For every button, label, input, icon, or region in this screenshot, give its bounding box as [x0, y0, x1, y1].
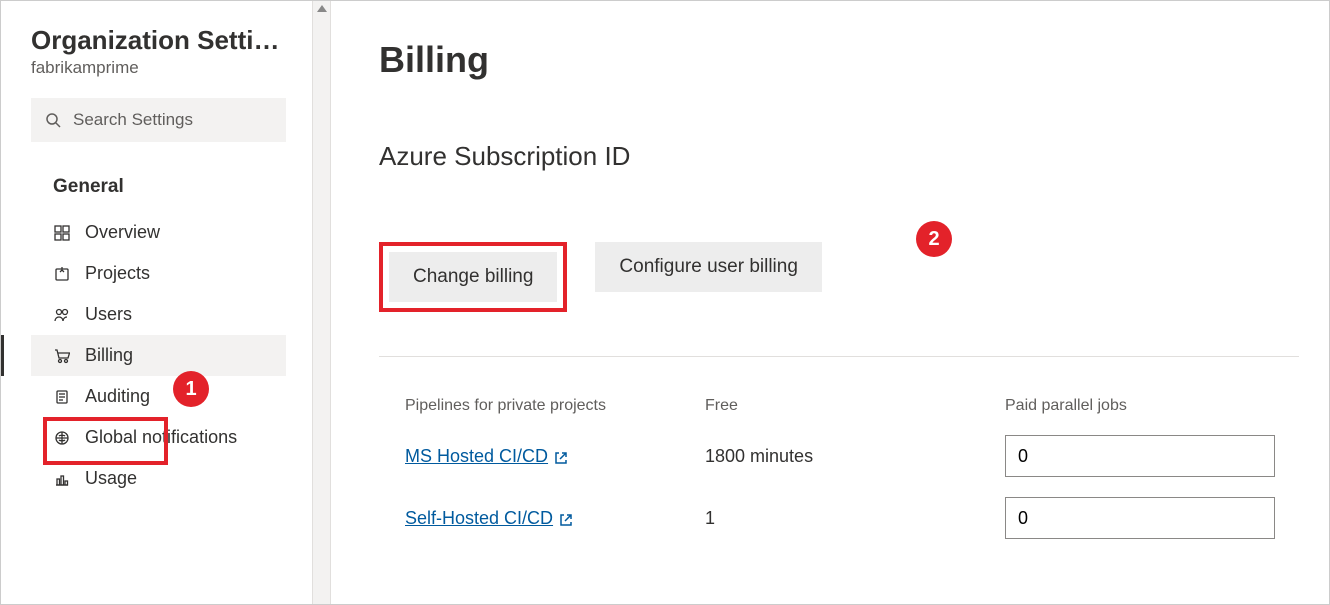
configure-user-billing-button[interactable]: Configure user billing	[595, 242, 822, 292]
usage-icon	[53, 470, 71, 488]
sidebar-item-label: Global notifications	[85, 427, 237, 448]
sidebar-item-global-notifications[interactable]: Global notifications	[31, 417, 286, 458]
scroll-up-icon	[317, 5, 327, 12]
self-hosted-cicd-link[interactable]: Self-Hosted CI/CD	[405, 508, 573, 529]
billing-icon	[53, 347, 71, 365]
pipeline-name: Self-Hosted CI/CD	[405, 508, 553, 529]
table-row: MS Hosted CI/CD 1800 minutes	[379, 425, 1299, 487]
search-icon	[45, 111, 61, 129]
external-link-icon	[559, 511, 573, 525]
col-header-paid: Paid parallel jobs	[1005, 397, 1299, 415]
sidebar-item-label: Projects	[85, 263, 150, 284]
sidebar-item-projects[interactable]: Projects	[31, 253, 286, 294]
users-icon	[53, 306, 71, 324]
sidebar: Organization Settin… fabrikamprime Gener…	[1, 1, 331, 604]
org-name: fabrikamprime	[31, 58, 286, 78]
projects-icon	[53, 265, 71, 283]
pipelines-table: Pipelines for private projects Free Paid…	[379, 387, 1299, 549]
notifications-icon	[53, 429, 71, 447]
sidebar-item-overview[interactable]: Overview	[31, 212, 286, 253]
pipeline-name: MS Hosted CI/CD	[405, 446, 548, 467]
paid-jobs-input-ms-hosted[interactable]	[1005, 435, 1275, 477]
nav-list: Overview Projects Users	[31, 212, 286, 499]
paid-jobs-input-self-hosted[interactable]	[1005, 497, 1275, 539]
table-row: Self-Hosted CI/CD 1	[379, 487, 1299, 549]
section-general-header: General	[53, 176, 286, 198]
org-settings-title: Organization Settin…	[31, 25, 286, 56]
sidebar-item-usage[interactable]: Usage	[31, 458, 286, 499]
sidebar-item-label: Usage	[85, 468, 137, 489]
change-billing-button[interactable]: Change billing	[389, 252, 557, 302]
section-divider	[379, 356, 1299, 357]
col-header-free: Free	[705, 397, 1005, 415]
auditing-icon	[53, 388, 71, 406]
sidebar-item-users[interactable]: Users	[31, 294, 286, 335]
ms-hosted-cicd-link[interactable]: MS Hosted CI/CD	[405, 446, 568, 467]
sidebar-item-label: Overview	[85, 222, 160, 243]
col-header-pipelines: Pipelines for private projects	[405, 397, 705, 415]
sidebar-item-label: Users	[85, 304, 132, 325]
free-value: 1	[705, 508, 1005, 529]
sidebar-item-billing[interactable]: Billing	[31, 335, 286, 376]
main-content: Billing Azure Subscription ID Change bil…	[331, 1, 1329, 604]
subscription-heading: Azure Subscription ID	[379, 141, 1299, 172]
search-settings-input[interactable]	[73, 110, 294, 130]
sidebar-item-label: Auditing	[85, 386, 150, 407]
overview-icon	[53, 224, 71, 242]
search-settings-box[interactable]	[31, 98, 286, 142]
sidebar-item-auditing[interactable]: Auditing	[31, 376, 286, 417]
billing-button-row: Change billing Configure user billing	[379, 242, 1299, 312]
table-header-row: Pipelines for private projects Free Paid…	[379, 387, 1299, 425]
free-value: 1800 minutes	[705, 446, 1005, 467]
page-title: Billing	[379, 39, 1299, 81]
external-link-icon	[554, 449, 568, 463]
annotation-box-change-billing: Change billing	[379, 242, 567, 312]
sidebar-item-label: Billing	[85, 345, 133, 366]
sidebar-scrollbar[interactable]	[312, 1, 330, 604]
